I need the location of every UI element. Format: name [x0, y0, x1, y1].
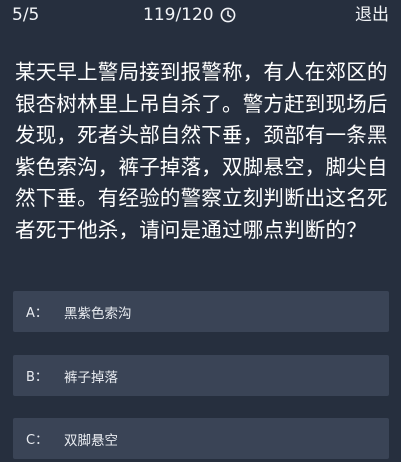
- option-letter: C：: [26, 433, 49, 448]
- option-text: 双脚悬空: [64, 432, 118, 449]
- top-bar: 5/5 119/120 退出: [0, 0, 401, 30]
- option-letter: B：: [26, 370, 48, 385]
- countdown-timer: 119/120: [143, 5, 236, 25]
- quiz-screen: 5/5 119/120 退出 某天早上警局接到报警称，有人在郊区的银杏树林里上吊…: [0, 0, 401, 462]
- option-a[interactable]: A： 黑紫色索沟: [13, 291, 389, 332]
- timer-value: 119/120: [143, 5, 214, 25]
- option-b[interactable]: B： 裤子掉落: [13, 355, 389, 396]
- option-letter: A：: [26, 306, 48, 321]
- exit-button[interactable]: 退出: [355, 5, 389, 25]
- option-c[interactable]: C： 双脚悬空: [13, 418, 389, 459]
- option-text: 裤子掉落: [64, 369, 118, 386]
- option-text: 黑紫色索沟: [64, 305, 132, 322]
- question-text: 某天早上警局接到报警称，有人在郊区的银杏树林里上吊自杀了。警方赶到现场后发现，死…: [15, 60, 388, 242]
- clock-icon: [220, 7, 236, 23]
- question-progress: 5/5: [12, 5, 40, 25]
